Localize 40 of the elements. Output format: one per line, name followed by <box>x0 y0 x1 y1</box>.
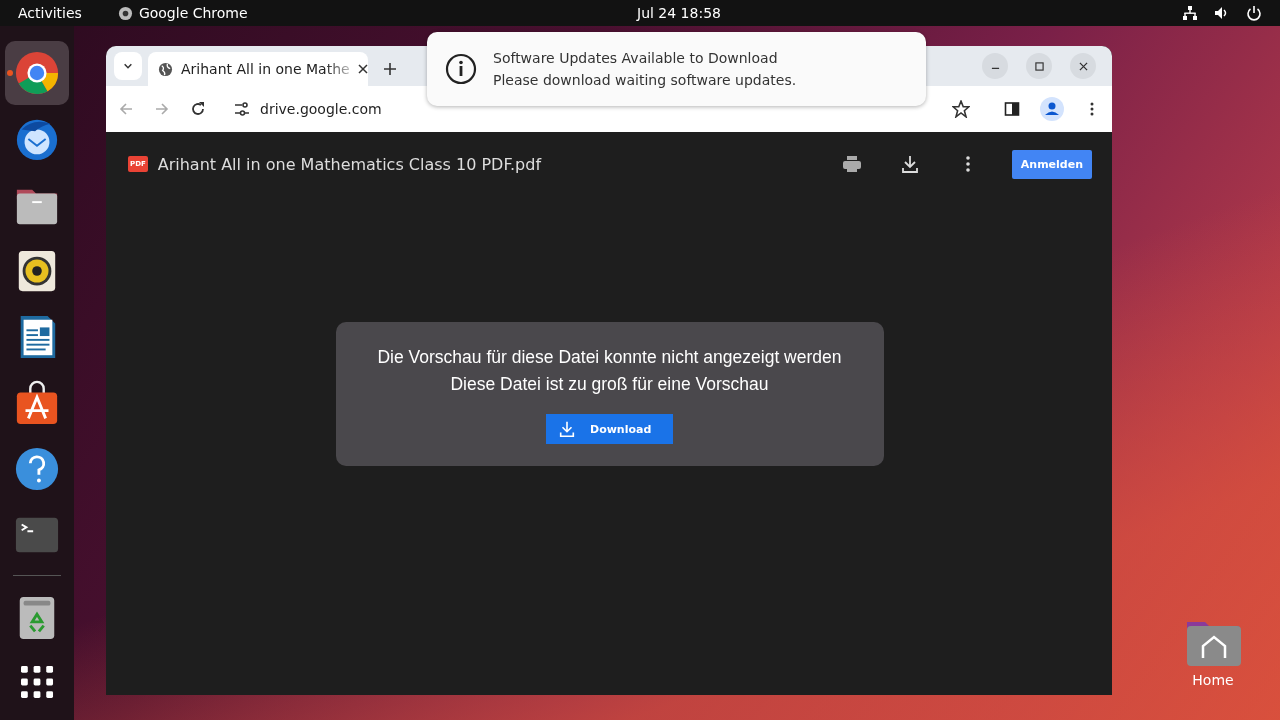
profile-icon[interactable] <box>1040 97 1064 121</box>
print-icon[interactable] <box>841 154 862 174</box>
network-icon[interactable] <box>1182 5 1198 21</box>
clock[interactable]: Jul 24 18:58 <box>637 5 721 21</box>
browser-tab[interactable]: Arihant All in one Mathe <box>148 52 368 86</box>
maximize-icon <box>1034 61 1044 71</box>
globe-icon <box>158 61 173 77</box>
file-name: Arihant All in one Mathematics Class 10 PDF.pdf <box>157 154 542 174</box>
close-icon[interactable] <box>357 64 368 74</box>
notification-title: Software Updates Available to Download <box>493 50 779 66</box>
caret-icon <box>123 61 133 71</box>
maximize-button[interactable] <box>1026 53 1052 79</box>
url-text: drive.google.com <box>260 101 382 117</box>
home-label: Home <box>1192 672 1234 688</box>
shopping-bag-icon[interactable] <box>14 380 60 426</box>
close-button[interactable] <box>1070 53 1096 79</box>
reload-icon[interactable] <box>190 101 206 117</box>
power-icon[interactable] <box>1246 5 1262 21</box>
app-menu[interactable]: Google Chrome <box>138 5 248 21</box>
info-icon <box>445 53 477 85</box>
help-icon[interactable] <box>14 446 60 492</box>
bookmark-star-icon[interactable] <box>952 100 970 118</box>
chrome-icon <box>117 5 133 21</box>
notification[interactable]: Software Updates Available to Download Please download waiting software updates. <box>427 32 926 106</box>
side-panel-icon[interactable] <box>1004 101 1020 117</box>
chrome-icon[interactable] <box>14 50 60 96</box>
activities-button[interactable]: Activities <box>18 5 82 21</box>
download-icon[interactable] <box>899 154 920 174</box>
error-message: Diese Datei ist zu groß für eine Vorschau <box>450 373 769 396</box>
running-indicator <box>7 70 13 76</box>
app-grid-icon[interactable] <box>20 665 54 699</box>
download-button[interactable]: Download <box>546 414 673 444</box>
site-settings-icon[interactable] <box>234 101 250 117</box>
new-tab-icon[interactable] <box>384 63 396 75</box>
close-icon <box>1078 61 1088 71</box>
error-message: Die Vorschau für diese Datei konnte nicht angezeigt werden <box>377 346 842 369</box>
tab-title: Arihant All in one Mathe <box>181 61 350 77</box>
notification-body: Please download waiting software updates. <box>493 72 797 88</box>
download-icon <box>558 420 576 438</box>
sign-in-button[interactable]: Anmelden <box>1011 149 1092 179</box>
